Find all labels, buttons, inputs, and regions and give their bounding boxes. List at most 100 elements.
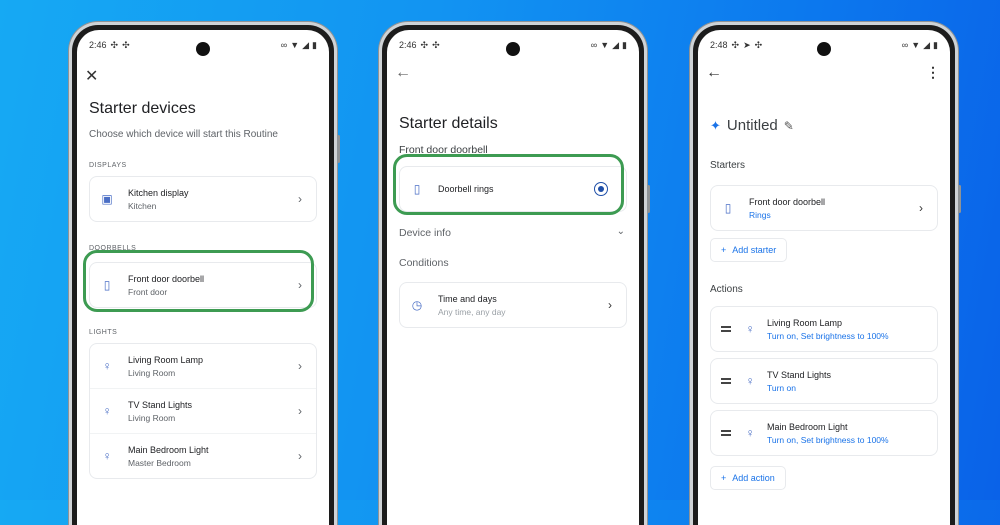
device-item[interactable]: ♀ TV Stand Lights Living Room ›: [90, 388, 316, 433]
screen: 2:46 ✣ ✣ ∞ ▼ ◢ ▮ ✕ Starter devices Choose whi…: [77, 30, 329, 525]
action-name: Main Bedroom Light: [767, 421, 848, 432]
chevron-down-icon[interactable]: ⌄: [617, 226, 625, 237]
battery-icon: ▮: [622, 39, 627, 50]
device-name: TV Stand Lights: [128, 399, 193, 410]
phone-starter-details: 2:46 ✣ ✣ ∞ ▼ ◢ ▮ ← Starter details Front door…: [382, 25, 650, 525]
drag-handle-icon[interactable]: [721, 378, 731, 384]
section-label-displays: DISPLAYS: [89, 162, 127, 169]
wifi-icon: ▼: [600, 39, 610, 50]
action-item[interactable]: ♀ Living Room Lamp Turn on, Set brightnes…: [711, 307, 937, 351]
device-room: Master Bedroom: [128, 457, 191, 468]
add-starter-label: Add starter: [732, 245, 777, 255]
drag-handle-icon[interactable]: [721, 430, 731, 436]
device-name: Kitchen display: [128, 187, 189, 198]
action-name: Living Room Lamp: [767, 317, 843, 328]
section-label-lights: LIGHTS: [89, 329, 118, 336]
starter-detail: Rings: [749, 209, 771, 220]
action-item[interactable]: ♀ Main Bedroom Light Turn on, Set brightn…: [711, 411, 937, 455]
condition-title: Time and days: [438, 293, 497, 304]
routine-title-row: ✦ Untitled ✎: [710, 117, 794, 134]
starter-card: ▯ Front door doorbell Rings ›: [710, 185, 938, 231]
chevron-right-icon: ›: [298, 404, 302, 418]
action-card: ♀ TV Stand Lights Turn on: [710, 358, 938, 404]
edit-pencil-icon[interactable]: ✎: [784, 119, 794, 133]
link-icon: ∞: [280, 39, 288, 50]
status-bar: 2:48 ✣ ➤ ✣ ∞ ▼ ◢ ▮: [710, 38, 938, 52]
battery-icon: ▮: [312, 39, 317, 50]
slack-icon: ✣: [110, 39, 119, 50]
status-bar: 2:46 ✣ ✣ ∞ ▼ ◢ ▮: [399, 38, 627, 52]
lightbulb-icon: ♀: [102, 404, 112, 418]
telegram-icon: ➤: [743, 39, 751, 50]
page-title: Starter devices: [89, 100, 196, 117]
device-item[interactable]: ♀ Living Room Lamp Living Room ›: [90, 344, 316, 388]
status-bar: 2:46 ✣ ✣ ∞ ▼ ◢ ▮: [89, 38, 317, 52]
lightbulb-icon: ♀: [745, 374, 755, 388]
chevron-right-icon: ›: [919, 201, 923, 215]
condition-card: ◷ Time and days Any time, any day ›: [399, 282, 627, 328]
doorbell-icon: ▯: [724, 201, 732, 215]
device-room: Living Room: [128, 412, 176, 423]
back-arrow-icon[interactable]: ←: [706, 64, 722, 82]
status-time: 2:46: [89, 39, 107, 50]
action-name: TV Stand Lights: [767, 369, 832, 380]
more-options-icon[interactable]: ⋮: [926, 64, 940, 81]
action-detail: Turn on: [767, 382, 796, 393]
conditions-label: Conditions: [399, 257, 449, 269]
phone-side-button: [958, 185, 961, 213]
device-item[interactable]: ♀ Main Bedroom Light Master Bedroom ›: [90, 433, 316, 478]
device-room: Kitchen: [128, 200, 157, 211]
slack-icon: ✣: [122, 39, 130, 50]
add-starter-button[interactable]: + Add starter: [710, 238, 788, 262]
starters-label: Starters: [710, 160, 746, 171]
lightbulb-icon: ♀: [745, 426, 755, 440]
highlight-outline: [393, 154, 624, 215]
condition-subtitle: Any time, any day: [438, 306, 506, 317]
condition-item[interactable]: ◷ Time and days Any time, any day ›: [400, 283, 626, 327]
phone-routine-editor: 2:48 ✣ ➤ ✣ ∞ ▼ ◢ ▮ ← ⋮ ✦ Untitled ✎ Starters ▯…: [693, 25, 961, 525]
slack-icon: ✣: [754, 39, 763, 50]
plus-icon: +: [721, 245, 727, 255]
link-icon: ∞: [901, 39, 909, 50]
device-item[interactable]: ▣ Kitchen display Kitchen ›: [90, 177, 316, 221]
screen: 2:48 ✣ ➤ ✣ ∞ ▼ ◢ ▮ ← ⋮ ✦ Untitled ✎ Starters ▯…: [698, 30, 950, 525]
actions-label: Actions: [710, 284, 743, 295]
status-time: 2:46: [399, 39, 417, 50]
device-info-toggle[interactable]: Device info: [399, 227, 451, 239]
link-icon: ∞: [590, 39, 598, 50]
back-arrow-icon[interactable]: ←: [395, 64, 411, 82]
page-subtitle: Choose which device will start this Rout…: [89, 129, 278, 140]
device-name: Living Room Lamp: [128, 354, 204, 365]
clock-icon: ◷: [411, 298, 423, 312]
signal-icon: ◢: [302, 39, 310, 50]
battery-icon: ▮: [933, 39, 938, 50]
routine-title: Untitled: [726, 117, 778, 134]
chevron-right-icon: ›: [298, 449, 302, 463]
status-time: 2:48: [710, 39, 728, 50]
action-item[interactable]: ♀ TV Stand Lights Turn on: [711, 359, 937, 403]
lightbulb-icon: ♀: [102, 359, 112, 373]
device-card-displays: ▣ Kitchen display Kitchen ›: [89, 176, 317, 222]
magic-wand-icon: ✦: [710, 117, 721, 133]
starter-name: Front door doorbell: [749, 196, 826, 207]
add-action-button[interactable]: + Add action: [710, 466, 786, 490]
wifi-icon: ▼: [911, 39, 921, 50]
drag-handle-icon[interactable]: [721, 326, 731, 332]
starter-item[interactable]: ▯ Front door doorbell Rings ›: [711, 186, 937, 230]
close-icon[interactable]: ✕: [85, 66, 98, 86]
display-icon: ▣: [101, 192, 113, 206]
signal-icon: ◢: [923, 39, 931, 50]
screen: 2:46 ✣ ✣ ∞ ▼ ◢ ▮ ← Starter details Front door…: [387, 30, 639, 525]
slack-icon: ✣: [420, 39, 429, 50]
highlight-outline: [83, 250, 314, 312]
chevron-right-icon: ›: [298, 359, 302, 373]
add-action-label: Add action: [732, 473, 775, 483]
chevron-right-icon: ›: [608, 298, 612, 312]
action-detail: Turn on, Set brightness to 100%: [767, 330, 889, 341]
wifi-icon: ▼: [290, 39, 300, 50]
plus-icon: +: [721, 473, 727, 483]
lightbulb-icon: ♀: [102, 449, 112, 463]
chevron-right-icon: ›: [298, 192, 302, 206]
action-detail: Turn on, Set brightness to 100%: [767, 434, 889, 445]
lightbulb-icon: ♀: [745, 322, 755, 336]
